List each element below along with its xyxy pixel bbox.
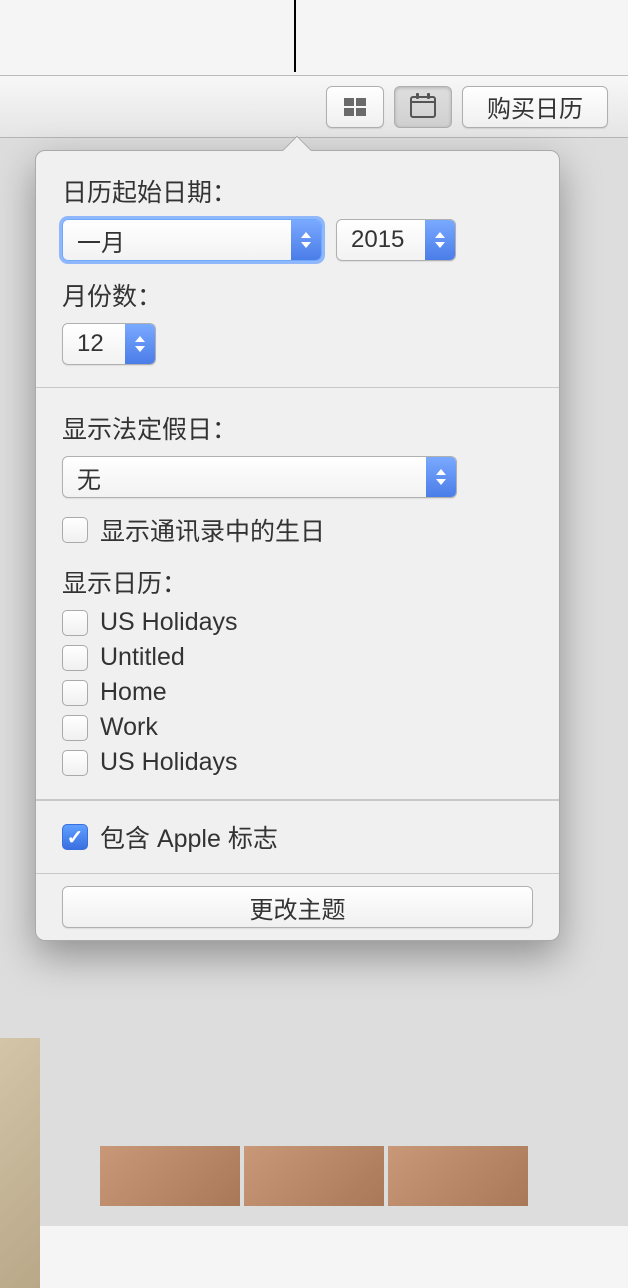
select-arrows-icon [426, 457, 456, 497]
date-section: 日历起始日期： 一月 2015 月份数： 12 [36, 151, 559, 388]
calendar-item[interactable]: Untitled [62, 643, 533, 672]
start-month-select[interactable]: 一月 [62, 219, 322, 261]
select-arrows-icon [125, 324, 155, 364]
apple-logo-section: 包含 Apple 标志 [36, 800, 559, 874]
show-calendars-label: 显示日历： [62, 564, 533, 600]
calendar-item[interactable]: Work [62, 713, 533, 742]
calendar-checkbox[interactable] [62, 680, 88, 706]
months-count-select[interactable]: 12 [62, 323, 156, 365]
theme-section: 更改主题 [36, 874, 559, 940]
calendar-item[interactable]: US Holidays [62, 748, 533, 777]
calendar-item-label: US Holidays [100, 608, 238, 637]
months-count-label: 月份数： [62, 277, 533, 313]
calendar-item-label: US Holidays [100, 748, 238, 777]
include-apple-logo-checkbox[interactable] [62, 824, 88, 850]
start-year-value: 2015 [351, 226, 404, 254]
show-birthdays-label: 显示通讯录中的生日 [100, 512, 325, 548]
calendar-icon [410, 96, 436, 118]
start-month-value: 一月 [77, 223, 125, 258]
holidays-value: 无 [77, 460, 101, 495]
calendar-list: US Holidays Untitled Home Work US Holida… [62, 608, 533, 777]
calendar-checkbox[interactable] [62, 610, 88, 636]
months-count-value: 12 [77, 330, 104, 358]
start-year-select[interactable]: 2015 [336, 219, 456, 261]
annotation-line-top [294, 0, 296, 72]
select-arrows-icon [291, 220, 321, 260]
calendar-settings-button[interactable] [394, 86, 452, 128]
holidays-select[interactable]: 无 [62, 456, 457, 498]
show-birthdays-row[interactable]: 显示通讯录中的生日 [62, 512, 533, 548]
start-date-label: 日历起始日期： [62, 173, 533, 209]
toolbar: 购买日历 [0, 76, 628, 138]
grid-icon [344, 98, 366, 116]
calendar-checkbox[interactable] [62, 750, 88, 776]
change-theme-label: 更改主题 [250, 897, 346, 924]
calendar-item[interactable]: Home [62, 678, 533, 707]
calendar-item[interactable]: US Holidays [62, 608, 533, 637]
holidays-label: 显示法定假日： [62, 410, 533, 446]
select-arrows-icon [425, 220, 455, 260]
calendar-item-label: Work [100, 713, 158, 742]
change-theme-button[interactable]: 更改主题 [62, 886, 533, 928]
popover-arrow [280, 135, 312, 151]
buy-calendar-label: 购买日历 [487, 89, 583, 124]
background-thumbnails [100, 1146, 528, 1206]
calendar-item-label: Untitled [100, 643, 185, 672]
buy-calendar-button[interactable]: 购买日历 [462, 86, 608, 128]
include-apple-logo-row[interactable]: 包含 Apple 标志 [62, 819, 533, 855]
calendars-section: 显示法定假日： 无 显示通讯录中的生日 显示日历： US Holidays Un… [36, 388, 559, 800]
include-apple-logo-label: 包含 Apple 标志 [100, 819, 278, 855]
calendar-settings-popover: 日历起始日期： 一月 2015 月份数： 12 显示法定假日： 无 [35, 150, 560, 941]
layout-view-button[interactable] [326, 86, 384, 128]
calendar-item-label: Home [100, 678, 167, 707]
calendar-checkbox[interactable] [62, 645, 88, 671]
background-thumbnail [0, 1038, 40, 1288]
calendar-checkbox[interactable] [62, 715, 88, 741]
show-birthdays-checkbox[interactable] [62, 517, 88, 543]
